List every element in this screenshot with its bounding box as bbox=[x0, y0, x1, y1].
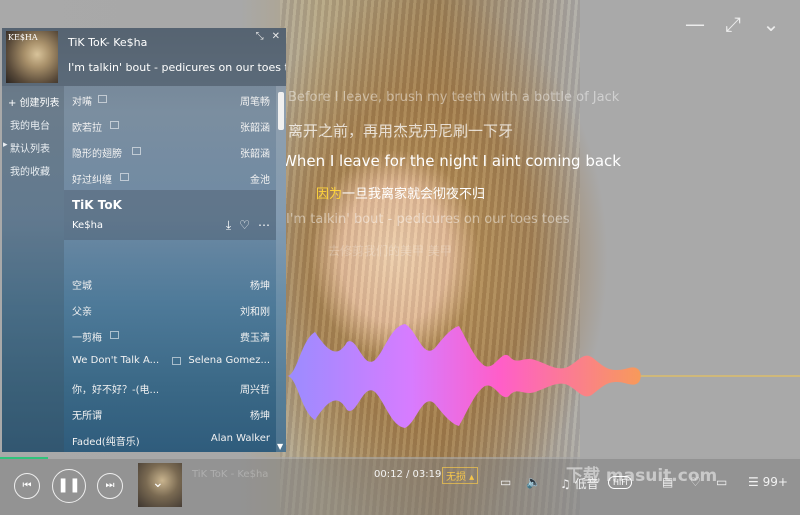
song-row[interactable]: 你，好不好？-(电... 周兴哲 bbox=[64, 376, 276, 400]
player-control-bar: ⏮ ❚❚ ⏭ ⌄ TiK ToK - Ke$ha 00:12 / 03:19 无… bbox=[0, 457, 800, 515]
song-row[interactable]: We Don't Talk A... Selena Gomez... bbox=[64, 350, 276, 374]
current-song-actions: ⤓ ♡ ⋯ bbox=[226, 218, 270, 233]
pause-button[interactable]: ❚❚ bbox=[52, 469, 86, 503]
close-icon[interactable]: ✕ bbox=[272, 31, 280, 42]
next-button[interactable]: ⏭ bbox=[97, 473, 123, 499]
song-title: We Don't Talk A... bbox=[72, 355, 160, 366]
song-row[interactable]: 一剪梅 费玉清 bbox=[64, 324, 276, 348]
mv-icon[interactable] bbox=[132, 147, 141, 155]
lyric-line-translation-previous: 离开之前，再用杰克丹尼刷一下牙 bbox=[288, 122, 514, 140]
playlist-panel: KE$HA TiK ToK- Ke$ha I'm talkin' bout - … bbox=[2, 28, 286, 452]
song-artist: Alan Walker bbox=[210, 433, 270, 444]
song-title: 隐形的翅膀 bbox=[72, 149, 122, 160]
favorite-icon[interactable]: ♡ bbox=[690, 475, 701, 489]
song-artist: 周兴哲 bbox=[240, 385, 270, 396]
playlist-icon: ☰ bbox=[748, 475, 759, 489]
mv-icon[interactable] bbox=[110, 121, 119, 129]
lyric-line-current-translation: 因为一旦我离家就会彻夜不归 bbox=[316, 183, 485, 202]
fullscreen-icon[interactable]: ⤢ bbox=[722, 14, 744, 34]
album-logo: KE$HA bbox=[8, 33, 38, 42]
lyric-highlight: 因为 bbox=[316, 187, 343, 202]
panel-header: KE$HA TiK ToK- Ke$ha I'm talkin' bout - … bbox=[2, 28, 286, 86]
mv-icon[interactable] bbox=[110, 331, 119, 339]
song-list: 对嘴 周笔畅 欧若拉 张韶涵 隐形的翅膀 张韶涵 好过纠缠 金池 TiK ToK bbox=[64, 86, 276, 452]
song-title: 好过纠缠 bbox=[72, 175, 112, 186]
song-title: 你，好不好？-(电... bbox=[72, 385, 160, 396]
heart-icon[interactable]: ♡ bbox=[239, 218, 250, 233]
song-artist: 张韶涵 bbox=[240, 123, 270, 134]
now-playing-lyric: I'm talkin' bout - pedicures on our toes… bbox=[68, 61, 286, 74]
song-row[interactable]: 空城 杨坤 bbox=[64, 272, 276, 296]
sidebar-item-favorites[interactable]: 我的收藏 bbox=[10, 163, 50, 178]
comment-icon[interactable]: ▭ bbox=[500, 475, 511, 489]
lyric-line-current: When I leave for the night I aint coming… bbox=[282, 152, 621, 170]
song-title: 欧若拉 bbox=[72, 123, 102, 134]
audio-waveform bbox=[287, 324, 800, 428]
sidebar-item-default-list[interactable]: 默认列表 bbox=[3, 140, 50, 155]
window-controls: — ⤢ ⌄ bbox=[684, 14, 782, 34]
song-title: 无所谓 bbox=[72, 411, 102, 422]
lyric-line-next: I'm talkin' bout - pedicures on our toes… bbox=[286, 212, 570, 227]
playlist-count-value: 99+ bbox=[762, 475, 788, 489]
previous-button[interactable]: ⏮ bbox=[14, 473, 40, 499]
mv-icon[interactable] bbox=[120, 173, 129, 181]
song-title: 一剪梅 bbox=[72, 333, 102, 344]
lyric-line-previous: Before I leave, brush my teeth with a bo… bbox=[288, 90, 620, 105]
album-cover[interactable]: KE$HA bbox=[6, 31, 58, 83]
lyric-rest: 一旦我离家就会彻夜不归 bbox=[342, 187, 486, 202]
sound-effect-button[interactable]: ♫ 低音 bbox=[560, 475, 599, 492]
song-title: 空城 bbox=[72, 281, 92, 292]
hifi-badge[interactable]: HiFi bbox=[608, 476, 633, 489]
playback-time: 00:12 / 03:19 bbox=[374, 469, 442, 480]
song-artist: 费玉清 bbox=[240, 333, 270, 344]
scroll-down-icon[interactable]: ▼ bbox=[277, 442, 283, 451]
song-row[interactable]: 隐形的翅膀 张韶涵 bbox=[64, 140, 276, 164]
song-row[interactable]: 父亲 刘和刚 bbox=[64, 298, 276, 322]
desktop-lyrics-icon[interactable]: ▭ bbox=[716, 475, 727, 489]
song-artist: 杨坤 bbox=[250, 411, 270, 422]
volume-icon[interactable]: 🔈 bbox=[526, 475, 541, 489]
more-icon[interactable]: ⋯ bbox=[258, 218, 270, 233]
song-title: 父亲 bbox=[72, 307, 92, 318]
song-artist: Selena Gomez... bbox=[188, 355, 270, 366]
playlist-sidebar: + 创建列表 我的电台 默认列表 我的收藏 bbox=[2, 86, 64, 452]
song-row[interactable]: 欧若拉 张韶涵 bbox=[64, 114, 276, 138]
song-artist: 刘和刚 bbox=[240, 307, 270, 318]
mini-album-cover[interactable]: ⌄ bbox=[138, 463, 182, 507]
player-window: — ⤢ ⌄ Before I leave, brush my teeth wit… bbox=[0, 0, 800, 515]
chevron-down-icon: ⌄ bbox=[152, 475, 164, 491]
quality-selector[interactable]: 无损 ▴ bbox=[442, 467, 479, 484]
progress-fill bbox=[0, 457, 48, 459]
song-row[interactable]: 好过纠缠 金池 bbox=[64, 166, 276, 190]
song-title: Faded(纯音乐) bbox=[72, 437, 140, 448]
song-title: 对嘴 bbox=[72, 97, 92, 108]
current-song-title: TiK ToK bbox=[72, 198, 122, 212]
song-artist: 张韶涵 bbox=[240, 149, 270, 160]
lyrics-icon[interactable]: ▤ bbox=[662, 475, 673, 489]
sidebar-item-radio[interactable]: 我的电台 bbox=[10, 117, 50, 132]
mv-icon[interactable] bbox=[98, 95, 107, 103]
song-artist: 杨坤 bbox=[250, 281, 270, 292]
current-song-artist: Ke$ha bbox=[72, 220, 104, 231]
song-artist: 周笔畅 bbox=[240, 97, 270, 108]
lyric-line-next-translation: 去修剪我们的美甲 美甲 bbox=[328, 244, 452, 258]
mv-icon[interactable] bbox=[172, 357, 181, 365]
song-row[interactable]: 对嘴 周笔畅 bbox=[64, 88, 276, 112]
minimize-icon[interactable]: — bbox=[684, 14, 706, 34]
create-list-button[interactable]: + 创建列表 bbox=[8, 94, 60, 109]
panel-window-icons: ⤡ ✕ bbox=[256, 31, 280, 42]
song-row[interactable]: 无所谓 杨坤 bbox=[64, 402, 276, 426]
current-song-row[interactable]: TiK ToK Ke$ha ⤓ ♡ ⋯ bbox=[64, 190, 276, 240]
progress-bar[interactable] bbox=[0, 457, 800, 459]
now-playing-title: TiK ToK- Ke$ha bbox=[68, 36, 148, 49]
playlist-count[interactable]: ☰ 99+ bbox=[748, 475, 788, 489]
song-artist: 金池 bbox=[250, 175, 270, 186]
song-row[interactable]: Faded(纯音乐) Alan Walker bbox=[64, 428, 276, 452]
download-icon[interactable]: ⤓ bbox=[226, 218, 231, 233]
shrink-icon[interactable]: ⤡ bbox=[256, 31, 264, 42]
collapse-icon[interactable]: ⌄ bbox=[760, 14, 782, 34]
now-playing-text: TiK ToK - Ke$ha bbox=[192, 469, 269, 480]
scroll-thumb[interactable] bbox=[278, 92, 284, 130]
playlist-scrollbar[interactable]: ▼ bbox=[276, 86, 286, 452]
